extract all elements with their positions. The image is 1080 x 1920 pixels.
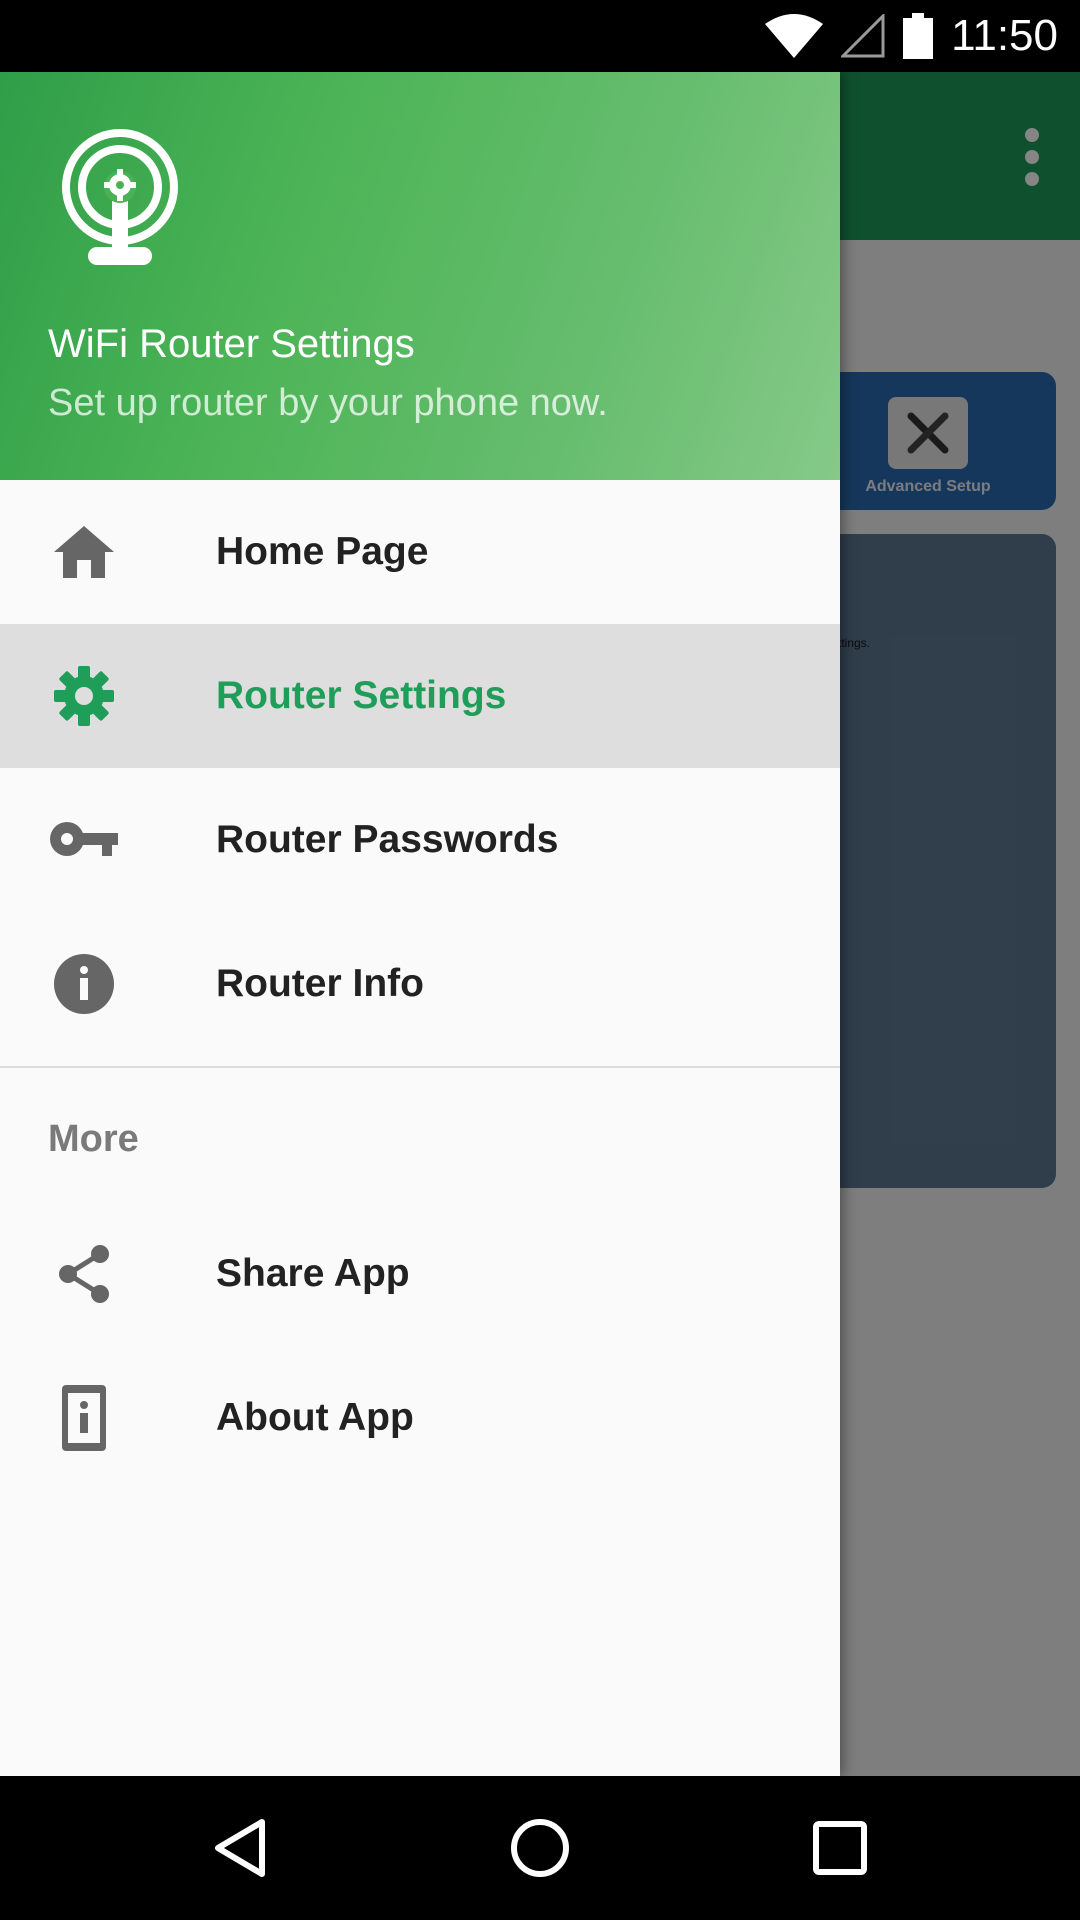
gear-icon bbox=[50, 666, 118, 726]
menu-item-label: About App bbox=[216, 1396, 414, 1439]
navigation-drawer: WiFi Router Settings Set up router by yo… bbox=[0, 72, 840, 1776]
menu-item-router-passwords[interactable]: Router Passwords bbox=[0, 768, 840, 912]
drawer-header: WiFi Router Settings Set up router by yo… bbox=[0, 72, 840, 480]
menu-item-label: Router Settings bbox=[216, 674, 507, 717]
recents-icon bbox=[813, 1821, 867, 1875]
info-icon bbox=[50, 954, 118, 1014]
menu-item-share-app[interactable]: Share App bbox=[0, 1202, 840, 1346]
menu-item-home-page[interactable]: Home Page bbox=[0, 480, 840, 624]
cellular-signal-icon bbox=[841, 14, 885, 58]
back-button[interactable] bbox=[204, 1812, 276, 1884]
menu-item-label: Router Passwords bbox=[216, 818, 559, 861]
about-phone-icon bbox=[50, 1385, 118, 1451]
key-icon bbox=[50, 810, 118, 870]
home-circle-icon bbox=[511, 1819, 569, 1877]
router-settings-logo-icon bbox=[62, 129, 178, 265]
section-title-label: More bbox=[48, 1118, 139, 1160]
recents-button[interactable] bbox=[804, 1812, 876, 1884]
battery-icon bbox=[903, 13, 934, 59]
home-button[interactable] bbox=[504, 1812, 576, 1884]
home-icon bbox=[50, 522, 118, 582]
app-title: WiFi Router Settings bbox=[48, 322, 415, 366]
system-nav-bar bbox=[0, 1776, 1080, 1920]
menu-item-label: Share App bbox=[216, 1252, 410, 1295]
drawer-menu: Home Page Router Settings Router Passwor… bbox=[0, 480, 840, 1490]
status-icons: 11:50 bbox=[765, 0, 1058, 72]
menu-item-label: Router Info bbox=[216, 962, 424, 1005]
menu-item-about-app[interactable]: About App bbox=[0, 1346, 840, 1490]
share-icon bbox=[50, 1244, 118, 1304]
more-list: Share App About App bbox=[0, 1202, 840, 1490]
menu-item-label: Home Page bbox=[216, 530, 429, 573]
app-subtitle: Set up router by your phone now. bbox=[48, 382, 608, 424]
section-title-more: More bbox=[0, 1068, 840, 1202]
wifi-icon bbox=[765, 14, 824, 58]
back-icon bbox=[215, 1819, 265, 1877]
menu-item-router-settings[interactable]: Router Settings bbox=[0, 624, 840, 768]
status-time: 11:50 bbox=[951, 11, 1058, 60]
menu-item-router-info[interactable]: Router Info bbox=[0, 912, 840, 1056]
status-bar: 11:50 bbox=[0, 0, 1080, 72]
